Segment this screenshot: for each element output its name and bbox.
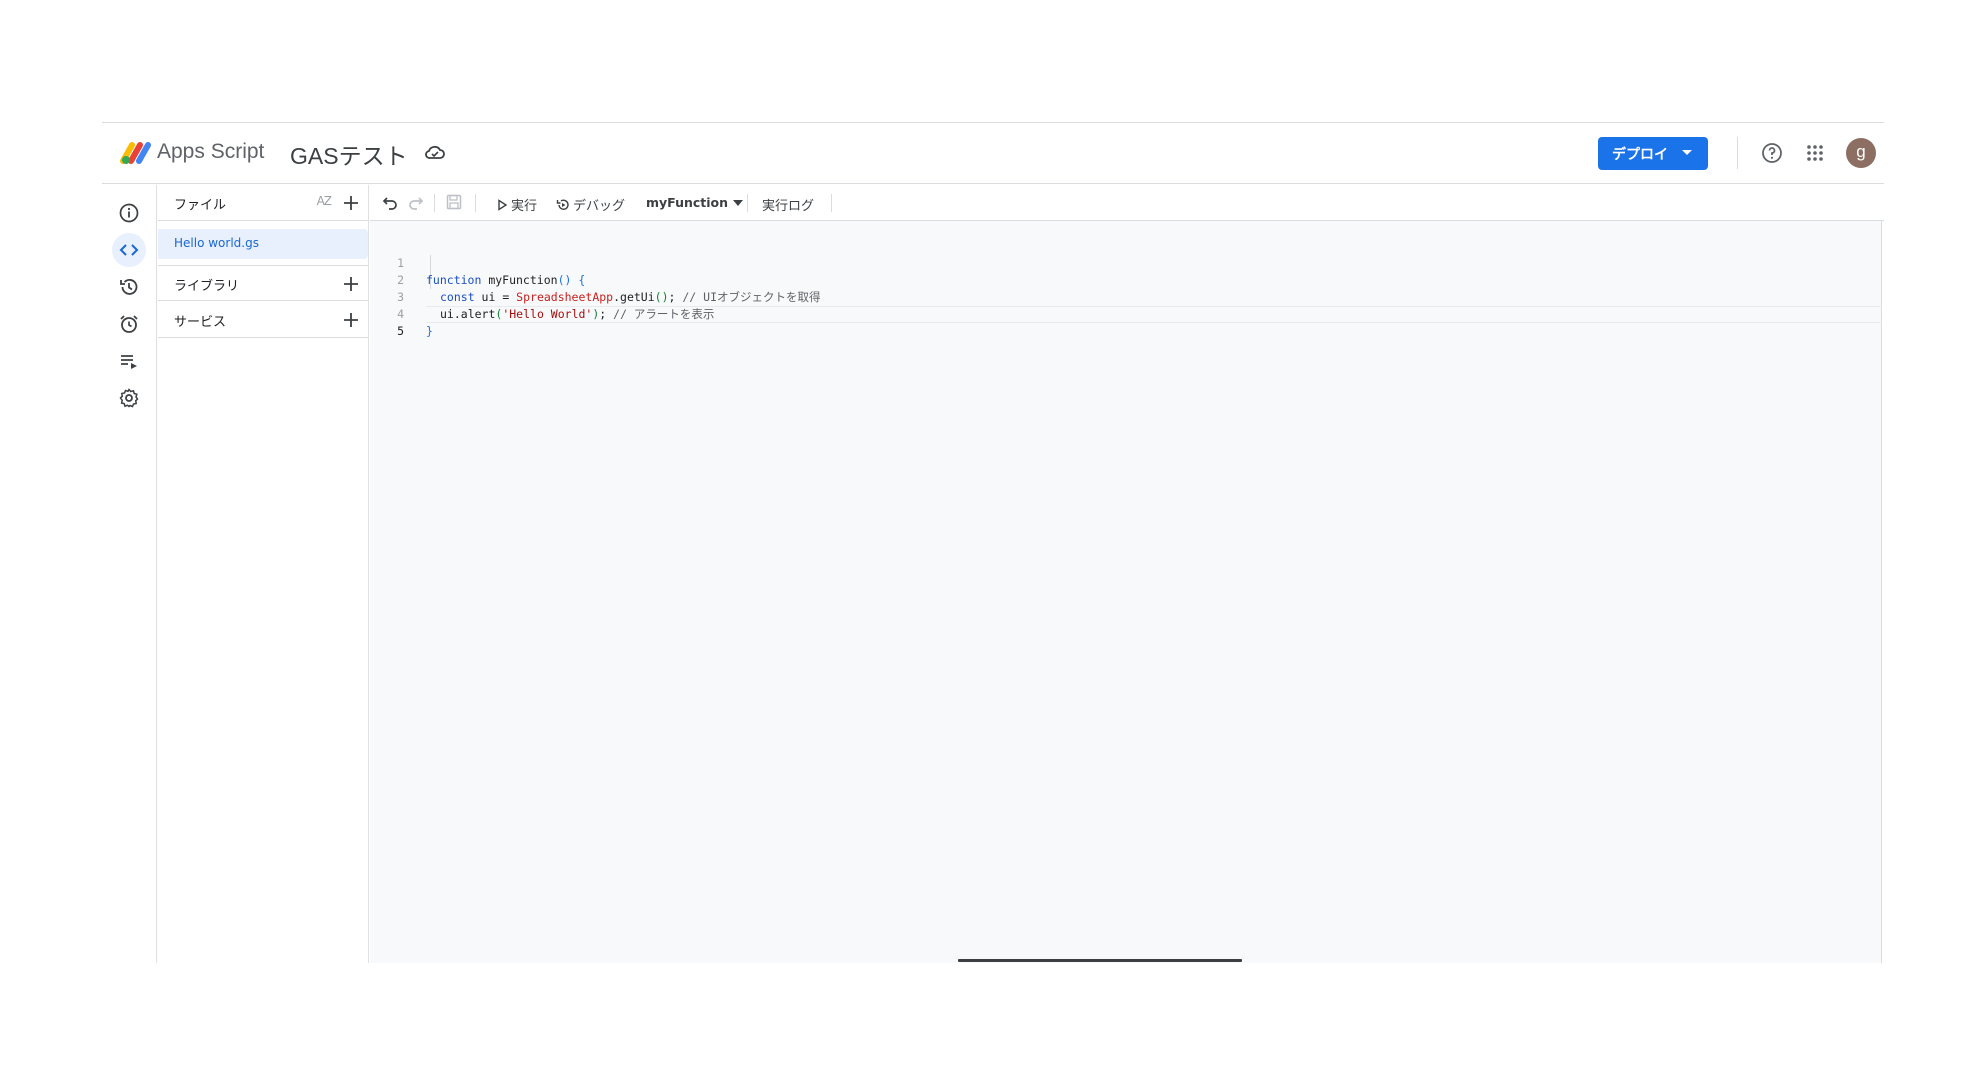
info-icon (119, 203, 139, 223)
rail-triggers[interactable] (112, 307, 146, 341)
files-header: ファイル AZ (158, 185, 369, 221)
rail-overview[interactable] (112, 196, 146, 230)
history-icon (120, 279, 138, 295)
caret-down-icon (733, 199, 744, 206)
sort-az-icon[interactable]: AZ (317, 194, 332, 208)
deploy-button[interactable]: デプロイ (1598, 137, 1708, 170)
toolbar-divider (747, 194, 748, 212)
account-avatar[interactable]: g (1846, 138, 1876, 168)
code-editor[interactable]: 1 function myFunction() { 2 const ui = S… (370, 221, 1882, 963)
services-label: サービス (174, 315, 227, 330)
settings-icon (119, 388, 139, 408)
help-icon[interactable] (1761, 142, 1783, 164)
debug-icon (556, 199, 569, 210)
deploy-label: デプロイ (1612, 146, 1668, 163)
file-item-hello-world[interactable]: Hello world.gs (158, 229, 368, 259)
code-line: 3 ui.alert('Hello World'); // アラートを表示 (370, 272, 1882, 321)
add-library-icon[interactable] (341, 274, 361, 294)
execution-log-label: 実行ログ (762, 199, 815, 214)
execution-log-button[interactable]: 実行ログ (762, 195, 814, 214)
toolbar-divider (475, 194, 476, 212)
project-title[interactable]: GASテスト (290, 137, 408, 171)
add-service-icon[interactable] (341, 310, 361, 330)
redo-icon[interactable] (407, 193, 425, 211)
line-number: 5 (397, 324, 404, 338)
libraries-row: ライブラリ (158, 265, 369, 301)
top-header: Apps Script GASテスト デプロイ g (102, 123, 1884, 184)
cloud-saved-icon (425, 145, 445, 159)
rail-executions[interactable] (112, 344, 146, 378)
caret-down-icon[interactable] (1682, 150, 1692, 155)
play-icon (498, 198, 508, 211)
alarm-icon (120, 315, 138, 333)
files-section-label: ファイル (174, 198, 227, 213)
rail-editor[interactable] (112, 233, 146, 267)
run-button[interactable]: 実行 (496, 195, 537, 214)
add-file-icon[interactable] (341, 193, 361, 213)
files-panel: ファイル AZ Hello world.gs ライブラリ サービス (158, 185, 369, 963)
run-label: 実行 (511, 199, 538, 214)
toolbar-divider (434, 194, 435, 212)
debug-label: デバッグ (573, 199, 626, 214)
code-line: 4 } (370, 289, 1882, 338)
code-text: } (426, 324, 433, 338)
file-name: Hello world.gs (174, 236, 259, 250)
left-nav-rail (102, 185, 157, 963)
executions-icon (121, 355, 137, 369)
panel-resize-handle[interactable] (958, 959, 1242, 962)
header-divider (1737, 137, 1738, 169)
rail-settings[interactable] (112, 381, 146, 415)
app-name[interactable]: Apps Script (157, 140, 264, 164)
debug-button[interactable]: デバッグ (556, 195, 625, 214)
services-row: サービス (158, 302, 369, 338)
google-apps-icon[interactable] (1806, 144, 1824, 162)
editor-toolbar: 実行 デバッグ myFunction 実行ログ (370, 185, 1884, 221)
code-icon (119, 244, 139, 256)
undo-icon[interactable] (381, 193, 399, 211)
toolbar-divider (831, 194, 832, 212)
code-line: 2 const ui = SpreadsheetApp.getUi(); // … (370, 255, 1882, 304)
libraries-label: ライブラリ (174, 279, 240, 294)
apps-script-window: Apps Script GASテスト デプロイ g ファイル AZ Hello … (102, 122, 1884, 963)
code-line: 5 (370, 306, 1882, 338)
function-select[interactable]: myFunction (646, 195, 747, 210)
apps-script-logo (120, 142, 151, 164)
rail-history[interactable] (112, 270, 146, 304)
code-line: 1 function myFunction() { (370, 238, 1882, 287)
save-icon[interactable] (445, 193, 463, 211)
function-select-value: myFunction (646, 195, 729, 210)
